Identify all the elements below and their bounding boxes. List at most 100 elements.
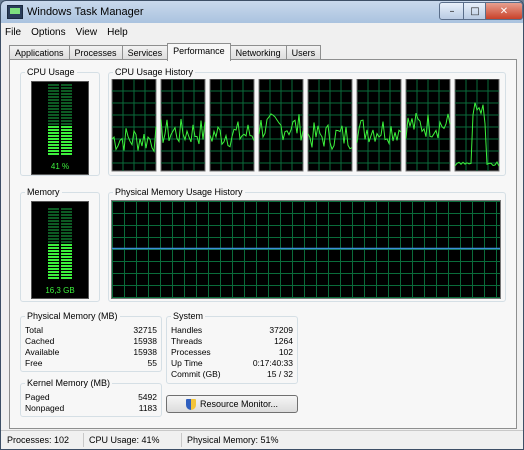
stat-value: 37209 xyxy=(269,325,293,335)
memory-history-label: Physical Memory Usage History xyxy=(113,187,245,197)
meter-segment xyxy=(61,229,72,231)
meter-segment xyxy=(61,274,72,276)
cpu-history-group: CPU Usage History xyxy=(108,67,506,176)
meter-segment xyxy=(61,211,72,213)
cpu-usage-meter: 41 % xyxy=(31,81,89,175)
stat-row: Handles 37209 xyxy=(167,325,297,336)
meter-segment xyxy=(48,87,59,89)
status-physical-memory: Physical Memory: 51% xyxy=(187,435,279,445)
cpu-meter-bars xyxy=(48,84,72,155)
kernel-memory-label: Kernel Memory (MB) xyxy=(25,378,113,388)
meter-segment xyxy=(61,138,72,140)
meter-segment xyxy=(48,102,59,104)
stat-key: Handles xyxy=(171,325,203,335)
stat-row: Processes 102 xyxy=(167,347,297,358)
stat-key: Available xyxy=(25,347,60,357)
meter-segment xyxy=(48,229,59,231)
uac-shield-icon xyxy=(185,398,196,410)
meter-segment xyxy=(48,268,59,270)
memory-label: Memory xyxy=(25,187,62,197)
meter-segment xyxy=(61,120,72,122)
menu-file[interactable]: File xyxy=(5,27,21,38)
stat-key: Threads xyxy=(171,336,203,346)
meter-segment xyxy=(61,150,72,152)
meter-segment xyxy=(48,271,59,273)
resource-monitor-button[interactable]: Resource Monitor... xyxy=(166,395,298,413)
memory-meter: 16,3 GB xyxy=(31,201,89,299)
tab-processes[interactable]: Processes xyxy=(68,45,123,60)
physical-memory-label: Physical Memory (MB) xyxy=(25,311,120,321)
cpu-history-graphs xyxy=(111,79,500,172)
meter-segment xyxy=(61,126,72,128)
meter-segment xyxy=(61,93,72,95)
meter-segment xyxy=(48,220,59,222)
stat-value: 102 xyxy=(278,347,293,357)
stat-row: Nonpaged 1183 xyxy=(21,403,161,414)
meter-segment xyxy=(61,253,72,255)
meter-segment xyxy=(61,223,72,225)
menu-help[interactable]: Help xyxy=(107,27,128,38)
task-manager-icon xyxy=(7,5,23,19)
stat-key: Paged xyxy=(25,392,50,402)
meter-segment xyxy=(61,96,72,98)
meter-segment xyxy=(48,117,59,119)
meter-segment xyxy=(48,232,59,234)
meter-segment xyxy=(61,226,72,228)
status-processes: Processes: 102 xyxy=(3,433,84,447)
cpu-usage-percent: 41 % xyxy=(50,162,70,171)
meter-segment xyxy=(48,247,59,249)
meter-segment xyxy=(61,235,72,237)
meter-segment xyxy=(48,211,59,213)
meter-segment xyxy=(61,84,72,86)
meter-segment xyxy=(61,153,72,155)
meter-segment xyxy=(61,217,72,219)
meter-segment xyxy=(48,153,59,155)
title-bar[interactable]: Windows Task Manager – □ ✕ xyxy=(1,1,523,23)
system-label: System xyxy=(171,311,206,321)
stat-row: Commit (GB) 15 / 32 xyxy=(167,369,297,380)
stat-value: 0:17:40:33 xyxy=(252,358,293,368)
stat-value: 15938 xyxy=(133,347,157,357)
meter-segment xyxy=(48,244,59,246)
meter-segment xyxy=(61,259,72,261)
meter-segment xyxy=(48,90,59,92)
meter-segment xyxy=(48,253,59,255)
stat-row: Cached 15938 xyxy=(21,336,161,347)
close-button[interactable]: ✕ xyxy=(485,2,523,20)
meter-segment xyxy=(48,105,59,107)
tab-services[interactable]: Services xyxy=(121,45,169,60)
tab-applications[interactable]: Applications xyxy=(9,45,70,60)
stat-value: 1264 xyxy=(274,336,293,346)
maximize-button[interactable]: □ xyxy=(463,2,487,20)
meter-segment xyxy=(48,238,59,240)
meter-segment xyxy=(61,114,72,116)
meter-segment xyxy=(48,277,59,279)
meter-segment xyxy=(61,99,72,101)
stat-key: Processes xyxy=(171,347,211,357)
meter-segment xyxy=(61,135,72,137)
stat-row: Total 32715 xyxy=(21,325,161,336)
meter-segment xyxy=(48,99,59,101)
meter-segment xyxy=(61,271,72,273)
menu-bar: File Options View Help xyxy=(1,23,523,41)
tab-networking[interactable]: Networking xyxy=(229,45,287,60)
task-manager-window: Windows Task Manager – □ ✕ File Options … xyxy=(0,0,524,450)
menu-view[interactable]: View xyxy=(76,27,98,38)
stat-key: Up Time xyxy=(171,358,203,368)
meter-segment xyxy=(48,123,59,125)
meter-segment xyxy=(48,235,59,237)
meter-segment xyxy=(48,223,59,225)
minimize-button[interactable]: – xyxy=(439,2,465,20)
meter-segment xyxy=(48,126,59,128)
meter-segment xyxy=(61,244,72,246)
stat-value: 55 xyxy=(147,358,157,368)
meter-segment xyxy=(48,217,59,219)
menu-options[interactable]: Options xyxy=(31,27,65,38)
tab-performance[interactable]: Performance xyxy=(167,43,231,61)
window-title: Windows Task Manager xyxy=(27,6,144,18)
stat-row: Paged 5492 xyxy=(21,392,161,403)
tab-users[interactable]: Users xyxy=(285,45,322,60)
meter-segment xyxy=(61,232,72,234)
cpu-usage-label: CPU Usage xyxy=(25,67,77,77)
meter-segment xyxy=(48,262,59,264)
